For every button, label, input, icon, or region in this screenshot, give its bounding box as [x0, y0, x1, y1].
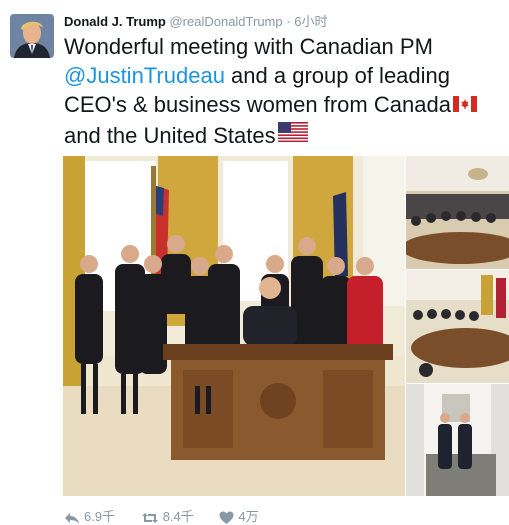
like-button[interactable]: 4万	[219, 506, 259, 525]
tweet-timestamp[interactable]: 6小时	[294, 14, 327, 29]
canada-flag-icon	[452, 90, 477, 119]
avatar[interactable]	[10, 14, 54, 58]
main-photo[interactable]	[63, 156, 405, 496]
author-name[interactable]: Donald J. Trump	[64, 14, 166, 29]
avatar-photo	[10, 14, 54, 58]
reply-icon	[65, 512, 79, 524]
tweet-media	[63, 156, 509, 496]
header-separator: ·	[286, 14, 291, 29]
author-handle[interactable]: @realDonaldTrump	[169, 14, 282, 29]
retweet-icon	[141, 512, 158, 523]
tweet-header: Donald J. Trump @realDonaldTrump · 6小时	[64, 14, 327, 30]
thumbnail-photo-1[interactable]	[406, 156, 509, 269]
thumbnail-photo-2[interactable]	[406, 270, 509, 383]
mention-link[interactable]: @JustinTrudeau	[64, 63, 225, 88]
heart-icon	[219, 511, 234, 524]
thumbnail-photo-3[interactable]	[406, 384, 509, 496]
retweet-button[interactable]: 8.4千	[141, 506, 194, 525]
tweet-text-part3: and the United States	[64, 122, 276, 148]
tweet-actions: 6.9千 8.4千 4万	[64, 506, 281, 525]
us-flag-icon	[277, 120, 308, 149]
tweet-text: Wonderful meeting with Canadian PM @Just…	[64, 32, 504, 151]
tweet-text-part1: Wonderful meeting with Canadian PM	[64, 34, 433, 59]
reply-button[interactable]: 6.9千	[64, 506, 115, 525]
